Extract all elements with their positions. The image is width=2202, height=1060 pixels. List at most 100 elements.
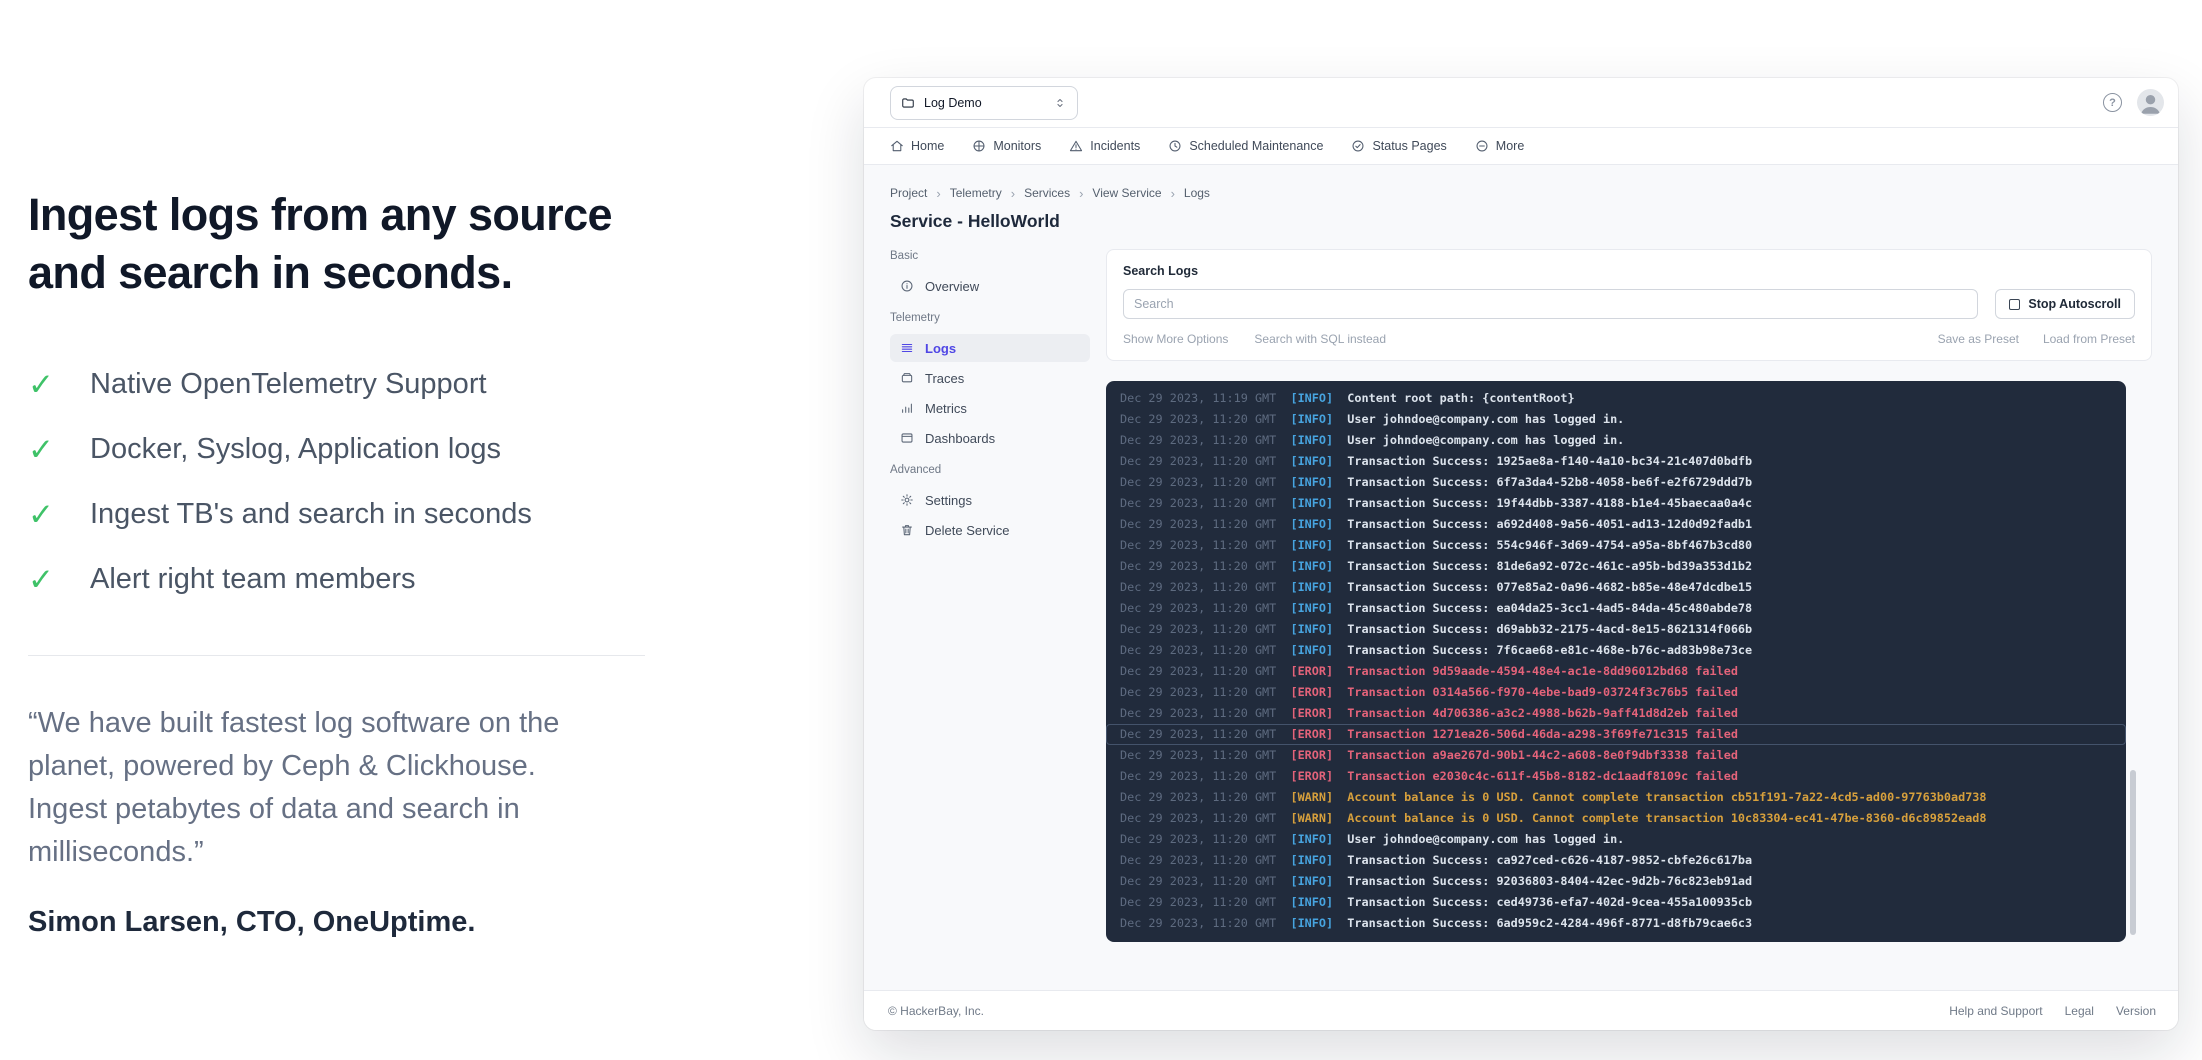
main-nav: Home Monitors Incidents Scheduled Maintenan… — [864, 128, 2178, 165]
search-input[interactable] — [1123, 289, 1978, 319]
sidebar-item-overview[interactable]: Overview — [890, 272, 1090, 300]
sidebar-item-dashboards[interactable]: Dashboards — [890, 424, 1090, 452]
project-picker-button[interactable]: Log Demo — [890, 86, 1078, 120]
log-timestamp: Dec 29 2023, 11:20 GMT — [1120, 433, 1276, 447]
help-icon[interactable]: ? — [2103, 93, 2122, 112]
log-line[interactable]: Dec 29 2023, 11:20 GMT [EROR] Transactio… — [1106, 766, 2126, 787]
link-save-as-preset[interactable]: Save as Preset — [1938, 332, 2019, 346]
log-timestamp: Dec 29 2023, 11:20 GMT — [1120, 811, 1276, 825]
nav-item-scheduled-maintenance[interactable]: Scheduled Maintenance — [1168, 139, 1323, 153]
log-level-tag: [INFO] — [1276, 580, 1347, 594]
sidebar: BasicOverviewTelemetryLogsTracesMetricsD… — [890, 249, 1090, 546]
logs-icon — [900, 341, 914, 355]
search-links-row: Show More Options Search with SQL instead… — [1123, 332, 2135, 346]
log-terminal[interactable]: Dec 29 2023, 11:19 GMT [INFO] Content ro… — [1106, 381, 2126, 942]
log-level-tag: [INFO] — [1276, 895, 1347, 909]
log-line[interactable]: Dec 29 2023, 11:20 GMT [EROR] Transactio… — [1106, 682, 2126, 703]
sidebar-item-logs[interactable]: Logs — [890, 334, 1090, 362]
log-line[interactable]: Dec 29 2023, 11:20 GMT [WARN] Account ba… — [1106, 787, 2126, 808]
nav-item-label: Scheduled Maintenance — [1189, 139, 1323, 153]
log-line[interactable]: Dec 29 2023, 11:20 GMT [INFO] Transactio… — [1106, 451, 2126, 472]
log-line[interactable]: Dec 29 2023, 11:20 GMT [INFO] Transactio… — [1106, 913, 2126, 934]
nav-item-label: More — [1496, 139, 1524, 153]
log-message: Transaction Success: 19f44dbb-3387-4188-… — [1347, 496, 1752, 510]
log-line[interactable]: Dec 29 2023, 11:19 GMT [INFO] Content ro… — [1106, 388, 2126, 409]
log-line[interactable]: Dec 29 2023, 11:20 GMT [INFO] User johnd… — [1106, 409, 2126, 430]
log-line[interactable]: Dec 29 2023, 11:20 GMT [EROR] Transactio… — [1106, 724, 2126, 745]
log-line[interactable]: Dec 29 2023, 11:20 GMT [INFO] Transactio… — [1106, 472, 2126, 493]
traces-icon — [900, 371, 914, 385]
sidebar-item-delete-service[interactable]: Delete Service — [890, 516, 1090, 544]
terminal-wrapper: Dec 29 2023, 11:19 GMT [INFO] Content ro… — [1106, 381, 2152, 942]
log-line[interactable]: Dec 29 2023, 11:20 GMT [INFO] Transactio… — [1106, 598, 2126, 619]
log-line[interactable]: Dec 29 2023, 11:20 GMT [INFO] Transactio… — [1106, 850, 2126, 871]
breadcrumb: Project›Telemetry›Services›View Service›… — [890, 185, 2152, 201]
nav-item-status-pages[interactable]: Status Pages — [1351, 139, 1446, 153]
nav-item-home[interactable]: Home — [890, 139, 944, 153]
log-line[interactable]: Dec 29 2023, 11:20 GMT [INFO] Transactio… — [1106, 556, 2126, 577]
sidebar-item-label: Dashboards — [925, 431, 995, 446]
log-line[interactable]: Dec 29 2023, 11:20 GMT [INFO] Transactio… — [1106, 871, 2126, 892]
nav-item-more[interactable]: More — [1475, 139, 1524, 153]
sidebar-item-traces[interactable]: Traces — [890, 364, 1090, 392]
topbar-right: ? — [2103, 89, 2164, 116]
monitors-icon — [972, 139, 986, 153]
log-line[interactable]: Dec 29 2023, 11:20 GMT [EROR] Transactio… — [1106, 703, 2126, 724]
log-line[interactable]: Dec 29 2023, 11:20 GMT [INFO] Transactio… — [1106, 535, 2126, 556]
quote-attribution: Simon Larsen, CTO, OneUptime. — [28, 906, 668, 939]
divider — [28, 655, 645, 656]
log-timestamp: Dec 29 2023, 11:20 GMT — [1120, 895, 1276, 909]
maintenance-icon — [1168, 139, 1182, 153]
log-line[interactable]: Dec 29 2023, 11:20 GMT [INFO] Transactio… — [1106, 493, 2126, 514]
log-level-tag: [INFO] — [1276, 643, 1347, 657]
log-message: Transaction 1271ea26-506d-46da-a298-3f69… — [1347, 727, 1738, 741]
log-timestamp: Dec 29 2023, 11:20 GMT — [1120, 916, 1276, 930]
log-line[interactable]: Dec 29 2023, 11:20 GMT [EROR] Transactio… — [1106, 745, 2126, 766]
sidebar-item-label: Logs — [925, 341, 956, 356]
stop-autoscroll-button[interactable]: Stop Autoscroll — [1995, 289, 2135, 319]
quote-text: “We have built fastest log software on t… — [28, 702, 616, 874]
nav-item-incidents[interactable]: Incidents — [1069, 139, 1140, 153]
link-load-from-preset[interactable]: Load from Preset — [2043, 332, 2135, 346]
log-line[interactable]: Dec 29 2023, 11:20 GMT [INFO] User johnd… — [1106, 829, 2126, 850]
check-icon: ✓ — [28, 564, 60, 595]
log-timestamp: Dec 29 2023, 11:20 GMT — [1120, 622, 1276, 636]
link-show-more-options[interactable]: Show More Options — [1123, 332, 1228, 346]
nav-item-monitors[interactable]: Monitors — [972, 139, 1041, 153]
hero-title: Ingest logs from any source and search i… — [28, 186, 628, 302]
sidebar-item-settings[interactable]: Settings — [890, 486, 1090, 514]
log-message: Transaction Success: 1925ae8a-f140-4a10-… — [1347, 454, 1752, 468]
footer-link-legal[interactable]: Legal — [2065, 1004, 2094, 1018]
feature-label: Alert right team members — [90, 563, 416, 596]
log-line[interactable]: Dec 29 2023, 11:20 GMT [WARN] Account ba… — [1106, 808, 2126, 829]
log-line[interactable]: Dec 29 2023, 11:20 GMT [INFO] Transactio… — [1106, 619, 2126, 640]
breadcrumb-item-view-service[interactable]: View Service — [1092, 186, 1161, 200]
log-message: Transaction 9d59aade-4594-48e4-ac1e-8dd9… — [1347, 664, 1738, 678]
log-line[interactable]: Dec 29 2023, 11:20 GMT [INFO] Transactio… — [1106, 892, 2126, 913]
breadcrumb-item-services[interactable]: Services — [1024, 186, 1070, 200]
log-line[interactable]: Dec 29 2023, 11:20 GMT [INFO] Transactio… — [1106, 577, 2126, 598]
log-line[interactable]: Dec 29 2023, 11:20 GMT [INFO] Transactio… — [1106, 640, 2126, 661]
app-footer: © HackerBay, Inc. Help and SupportLegalV… — [864, 990, 2178, 1030]
breadcrumb-item-telemetry[interactable]: Telemetry — [950, 186, 1002, 200]
nav-item-label: Home — [911, 139, 944, 153]
footer-link-version[interactable]: Version — [2116, 1004, 2156, 1018]
log-timestamp: Dec 29 2023, 11:20 GMT — [1120, 496, 1276, 510]
sidebar-item-metrics[interactable]: Metrics — [890, 394, 1090, 422]
log-level-tag: [INFO] — [1276, 832, 1347, 846]
log-line[interactable]: Dec 29 2023, 11:20 GMT [INFO] Transactio… — [1106, 514, 2126, 535]
log-line[interactable]: Dec 29 2023, 11:20 GMT [EROR] Transactio… — [1106, 661, 2126, 682]
avatar[interactable] — [2137, 89, 2164, 116]
preset-links: Save as Preset Load from Preset — [1938, 332, 2135, 346]
link-search-with-sql-instead[interactable]: Search with SQL instead — [1254, 332, 1386, 346]
log-timestamp: Dec 29 2023, 11:20 GMT — [1120, 874, 1276, 888]
log-timestamp: Dec 29 2023, 11:20 GMT — [1120, 769, 1276, 783]
log-message: Transaction Success: 6f7a3da4-52b8-4058-… — [1347, 475, 1752, 489]
terminal-scrollbar[interactable] — [2130, 770, 2136, 935]
breadcrumb-item-project[interactable]: Project — [890, 186, 927, 200]
footer-link-help-and-support[interactable]: Help and Support — [1949, 1004, 2042, 1018]
more-icon — [1475, 139, 1489, 153]
stop-icon — [2009, 299, 2020, 310]
breadcrumb-item-logs[interactable]: Logs — [1184, 186, 1210, 200]
log-line[interactable]: Dec 29 2023, 11:20 GMT [INFO] User johnd… — [1106, 430, 2126, 451]
